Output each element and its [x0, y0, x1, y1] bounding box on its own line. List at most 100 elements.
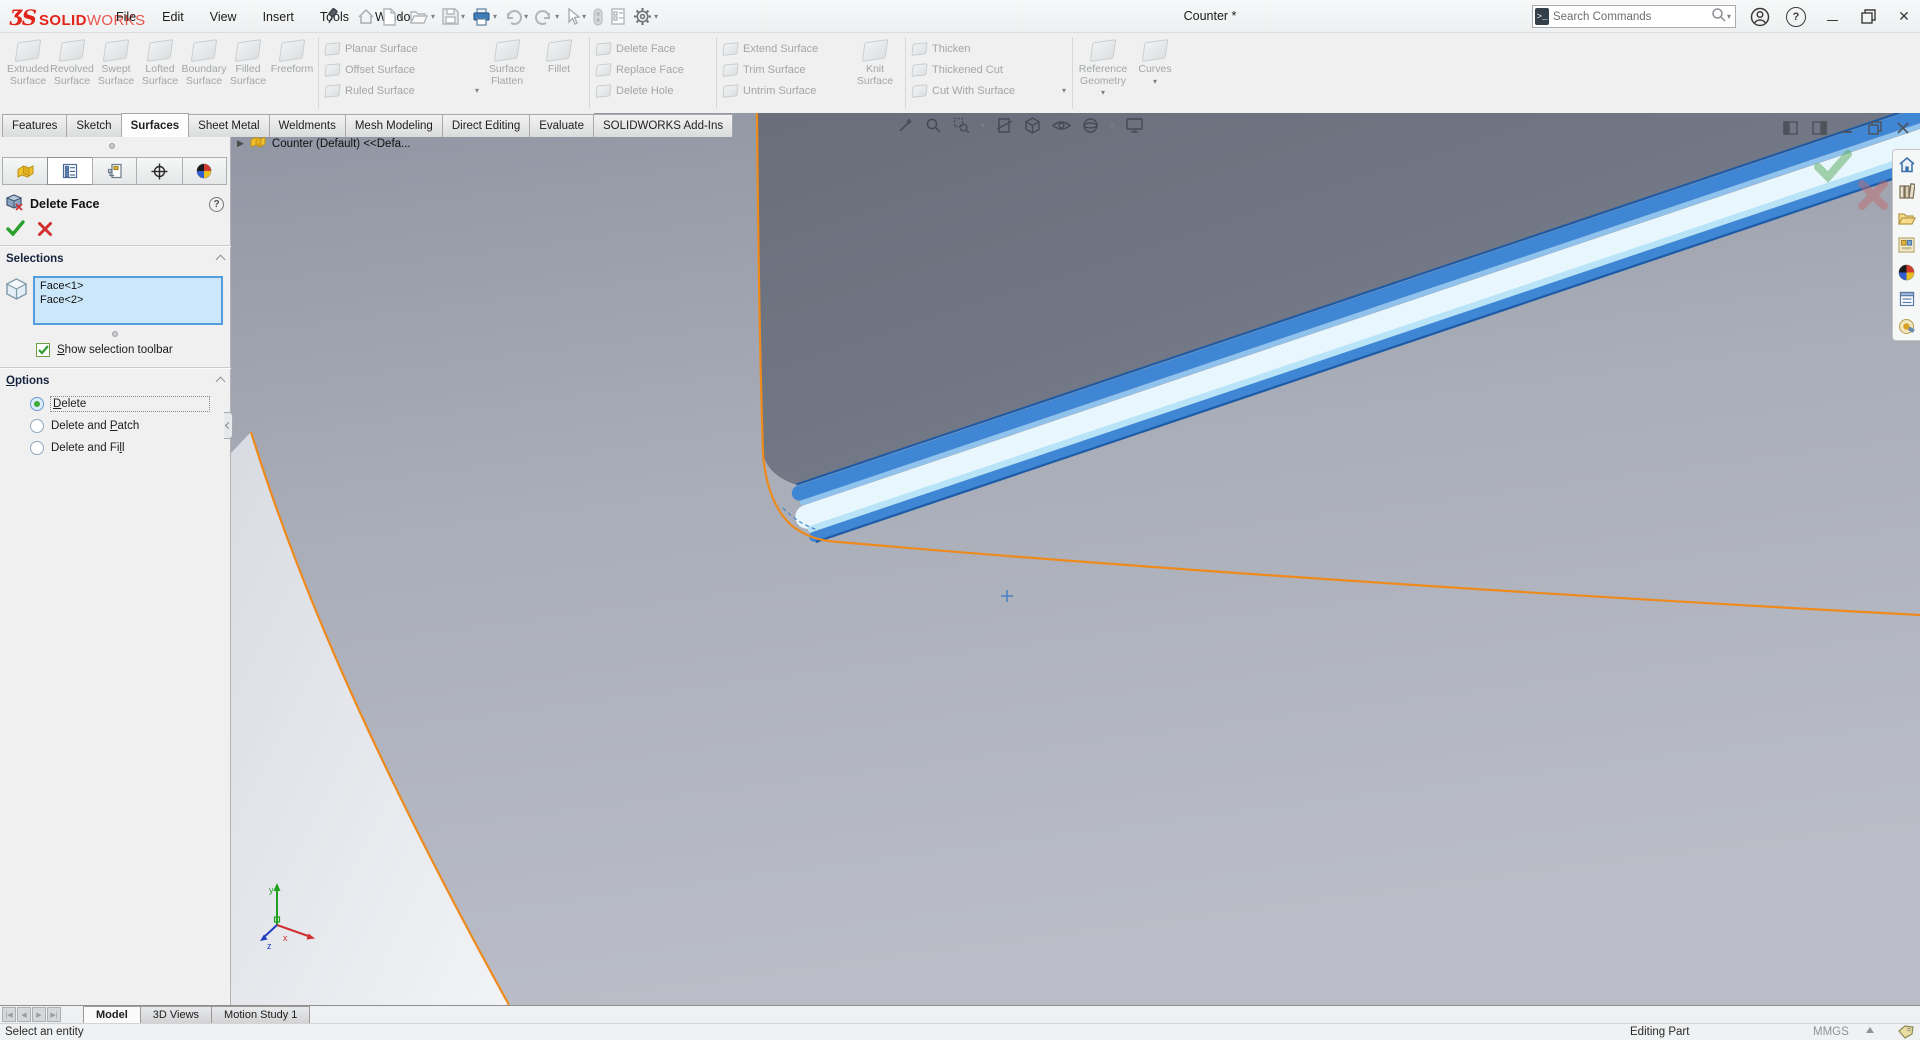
- resources-icon[interactable]: [1897, 316, 1917, 336]
- menu-item[interactable]: Insert: [263, 10, 294, 24]
- selections-section-header[interactable]: Selections: [6, 251, 224, 267]
- pane-right-icon[interactable]: [1812, 121, 1827, 138]
- expand-arrow-icon[interactable]: ▶: [237, 138, 244, 149]
- ribbon-large-button[interactable]: ReferenceGeometry▾: [1077, 36, 1129, 97]
- ribbon-large-button[interactable]: ExtrudedSurface▾: [6, 36, 50, 87]
- selection-listbox[interactable]: Face<1>Face<2>: [33, 276, 223, 325]
- ribbon-large-button[interactable]: BoundarySurface▾: [182, 36, 226, 87]
- search-icon[interactable]: [1711, 7, 1727, 26]
- dropdown-arrow-icon[interactable]: ▾: [555, 13, 559, 21]
- dropdown-arrow-icon[interactable]: ▾: [493, 13, 497, 21]
- units-dropdown-arrow-icon[interactable]: [1866, 1027, 1874, 1033]
- ribbon-small-button[interactable]: Thickened Cut▾: [910, 59, 1068, 80]
- custom-properties-icon[interactable]: [1897, 289, 1917, 309]
- pane-left-icon[interactable]: [1783, 121, 1798, 138]
- next-tab-icon[interactable]: ▶: [32, 1007, 46, 1022]
- help-icon[interactable]: ?: [209, 197, 224, 212]
- dropdown-arrow-icon[interactable]: ▾: [1101, 89, 1105, 97]
- radio-icon[interactable]: [30, 397, 44, 411]
- radio-icon[interactable]: [30, 441, 44, 455]
- ribbon-large-button[interactable]: FilledSurface▾: [226, 36, 270, 87]
- ribbon-large-button[interactable]: SurfaceFlatten▾: [481, 36, 533, 87]
- option-radio[interactable]: Delete and Fill: [30, 437, 209, 459]
- featuremanager-tab[interactable]: [2, 157, 48, 185]
- model-view-tab[interactable]: Model: [83, 1006, 141, 1023]
- dropdown-arrow-icon[interactable]: ▾: [465, 87, 479, 95]
- ribbon-small-button[interactable]: Thicken▾: [910, 38, 1068, 59]
- ribbon-small-button[interactable]: Replace Face▾: [594, 59, 712, 80]
- commandmanager-tab[interactable]: Direct Editing: [442, 114, 530, 137]
- restore-doc-icon[interactable]: [1868, 121, 1883, 138]
- option-radio[interactable]: Delete and Patch: [30, 415, 209, 437]
- dropdown-arrow-icon[interactable]: ▾: [399, 13, 403, 21]
- commandmanager-tab[interactable]: Weldments: [269, 114, 346, 137]
- commandmanager-tab[interactable]: SOLIDWORKS Add-Ins: [593, 114, 733, 137]
- prev-tab-icon[interactable]: ◀: [17, 1007, 31, 1022]
- commandmanager-tab[interactable]: Mesh Modeling: [345, 114, 443, 137]
- ribbon-small-button[interactable]: Untrim Surface▾: [721, 80, 849, 101]
- confirmation-ok-check-icon[interactable]: [1813, 149, 1853, 186]
- zoom-to-area-icon[interactable]: [953, 117, 970, 134]
- new-document-button[interactable]: ▾: [381, 6, 404, 28]
- open-button[interactable]: ▾: [409, 6, 436, 28]
- commandmanager-tab[interactable]: Evaluate: [529, 114, 594, 137]
- model-3d-scene[interactable]: x y z: [231, 113, 1920, 1005]
- hide-show-eye-icon[interactable]: [1052, 118, 1071, 133]
- view-palette-icon[interactable]: [1897, 235, 1917, 255]
- units-label[interactable]: MMGS: [1813, 1026, 1849, 1038]
- dropdown-arrow-icon[interactable]: ▾: [582, 13, 586, 21]
- view-orientation-cube-icon[interactable]: [1024, 117, 1041, 134]
- dropdown-arrow-icon[interactable]: ▾: [1153, 78, 1157, 86]
- collapse-chevron-icon[interactable]: [216, 376, 226, 386]
- show-selection-toolbar-row[interactable]: Show selection toolbar: [36, 343, 173, 357]
- panel-collapse-handle[interactable]: [224, 412, 233, 439]
- print-button[interactable]: ▾: [471, 6, 498, 28]
- ribbon-small-button[interactable]: Ruled Surface▾: [323, 80, 481, 101]
- commandmanager-tab[interactable]: Sketch: [66, 114, 121, 137]
- selection-filter-button[interactable]: [592, 6, 604, 28]
- checkbox-checked-icon[interactable]: [36, 343, 50, 357]
- dropdown-arrow-icon[interactable]: ▾: [461, 13, 465, 21]
- save-button[interactable]: ▾: [441, 6, 466, 27]
- displaymanager-tab[interactable]: [182, 157, 227, 185]
- panel-splitter-grip[interactable]: [109, 143, 115, 149]
- redo-button[interactable]: ▾: [534, 7, 560, 27]
- graphics-area[interactable]: x y z ▶ Counter (Default) <<Defa... ▾ ▾: [231, 113, 1920, 1005]
- commandmanager-tab[interactable]: Sheet Metal: [188, 114, 269, 137]
- minimize-window-button[interactable]: [1822, 7, 1842, 27]
- dropdown-arrow-icon[interactable]: ▾: [981, 122, 985, 130]
- cancel-button[interactable]: [37, 221, 53, 240]
- view-settings-monitor-icon[interactable]: [1125, 117, 1144, 134]
- ribbon-large-button[interactable]: Curves▾: [1129, 36, 1181, 86]
- menu-item[interactable]: Edit: [162, 10, 184, 24]
- home-button[interactable]: [356, 6, 376, 28]
- dropdown-arrow-icon[interactable]: ▾: [524, 13, 528, 21]
- design-library-icon[interactable]: [1897, 181, 1917, 201]
- ribbon-small-button[interactable]: Cut With Surface▾: [910, 80, 1068, 101]
- dropdown-arrow-icon[interactable]: ▾: [1052, 87, 1066, 95]
- appearances-icon[interactable]: [1897, 262, 1917, 282]
- ribbon-large-button[interactable]: KnitSurface▾: [849, 36, 901, 87]
- ribbon-small-button[interactable]: Planar Surface▾: [323, 38, 481, 59]
- ribbon-large-button[interactable]: Freeform▾: [270, 36, 314, 76]
- magnetic-snap-icon[interactable]: [897, 117, 914, 134]
- listbox-resize-grip[interactable]: [112, 331, 118, 337]
- collapse-chevron-icon[interactable]: [216, 254, 226, 264]
- model-view-tab[interactable]: 3D Views: [140, 1006, 212, 1023]
- model-view-tab[interactable]: Motion Study 1: [211, 1006, 310, 1023]
- close-doc-icon[interactable]: [1897, 121, 1910, 138]
- propertymanager-tab[interactable]: [47, 157, 92, 185]
- ribbon-small-button[interactable]: Extend Surface▾: [721, 38, 849, 59]
- close-window-button[interactable]: ✕: [1894, 7, 1914, 27]
- ribbon-large-button[interactable]: LoftedSurface▾: [138, 36, 182, 87]
- configurationmanager-tab[interactable]: [92, 157, 137, 185]
- search-input[interactable]: [1549, 11, 1711, 23]
- select-button[interactable]: ▾: [565, 6, 587, 28]
- confirmation-cancel-x-icon[interactable]: [1857, 179, 1889, 214]
- dropdown-arrow-icon[interactable]: ▾: [1110, 122, 1114, 130]
- restore-window-button[interactable]: [1858, 7, 1878, 27]
- dimxpertmanager-tab[interactable]: [136, 157, 182, 185]
- last-tab-icon[interactable]: ▶|: [47, 1007, 61, 1022]
- menu-item[interactable]: View: [210, 10, 237, 24]
- file-explorer-icon[interactable]: [1897, 208, 1917, 228]
